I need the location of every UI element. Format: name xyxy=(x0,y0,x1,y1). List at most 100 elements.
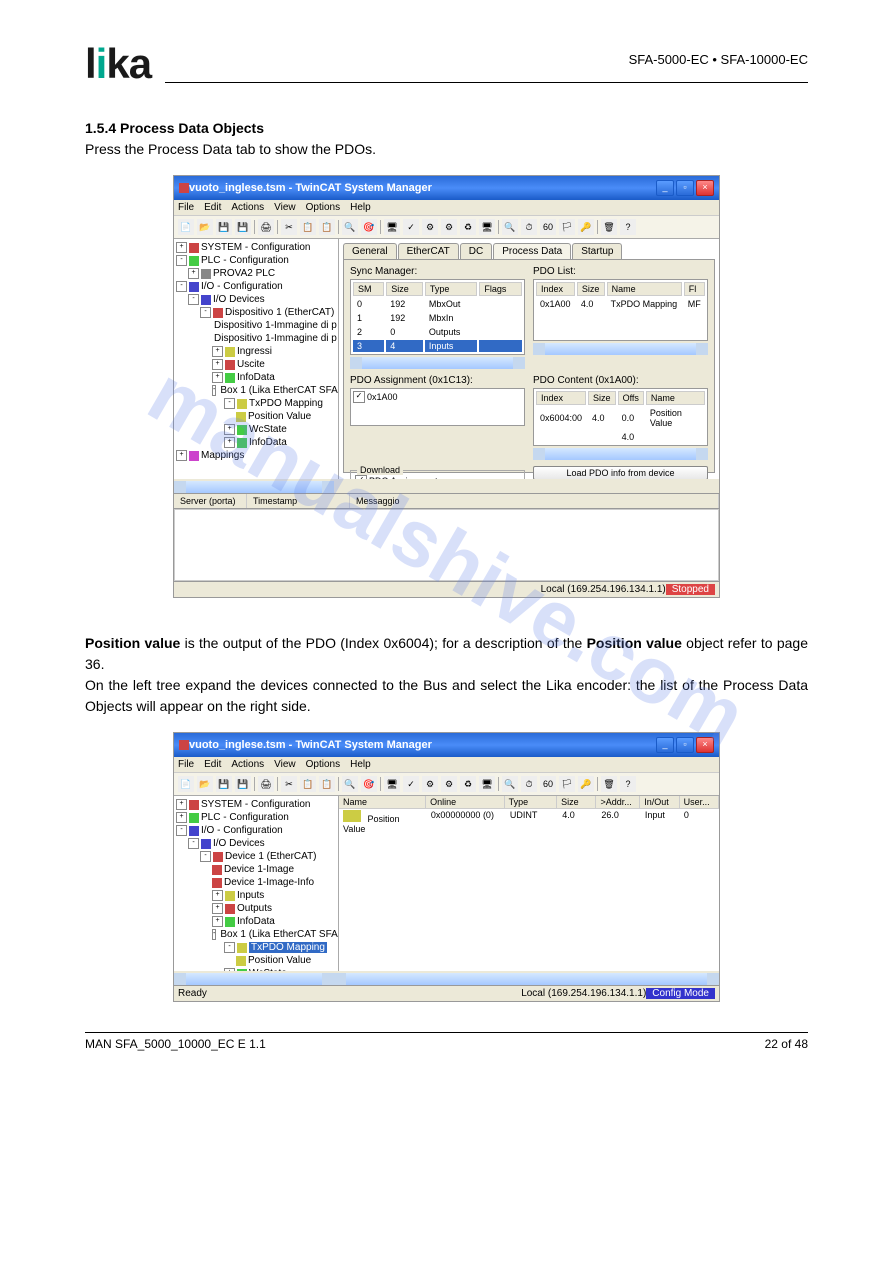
check-icon[interactable]: ✓ xyxy=(403,219,419,235)
menu-view[interactable]: View xyxy=(274,202,296,213)
pdocontent-table[interactable]: IndexSizeOffsName 0x6004:004.00.0Positio… xyxy=(533,388,708,446)
time-icon[interactable]: ⏱ xyxy=(521,219,537,235)
target-icon[interactable]: 🎯 xyxy=(361,776,377,792)
gear-icon[interactable]: ⚙ xyxy=(422,776,438,792)
paste-icon[interactable]: 📋 xyxy=(319,776,335,792)
flag-icon[interactable]: 🏳 xyxy=(559,219,575,235)
tree-hscroll[interactable] xyxy=(174,973,334,985)
col-message: Messaggio xyxy=(350,494,719,508)
menubar: File Edit Actions View Options Help xyxy=(174,757,719,773)
close-button[interactable]: × xyxy=(696,180,714,196)
hscroll[interactable] xyxy=(533,343,708,355)
x60-icon[interactable]: 60 xyxy=(540,776,556,792)
pdolist-label: PDO List: xyxy=(533,266,708,277)
list-body[interactable]: Position Value 0x00000000 (0) UDINT 4.0 … xyxy=(339,809,719,969)
title-text: vuoto_inglese.tsm - TwinCAT System Manag… xyxy=(189,182,656,194)
pdoassign-list[interactable]: ✓0x1A00 xyxy=(350,388,525,426)
key-icon[interactable]: 🔑 xyxy=(578,219,594,235)
key-icon[interactable]: 🔑 xyxy=(578,776,594,792)
search-icon[interactable]: 🔍 xyxy=(342,776,358,792)
cut-icon[interactable]: ✂ xyxy=(281,219,297,235)
header: lika SFA-5000-EC • SFA-10000-EC xyxy=(85,40,808,83)
tab-general[interactable]: General xyxy=(343,243,397,259)
search-icon[interactable]: 🔍 xyxy=(342,219,358,235)
menu-edit[interactable]: Edit xyxy=(204,759,221,770)
tree-panel[interactable]: +SYSTEM - Configuration +PLC - Configura… xyxy=(174,796,339,971)
list-header[interactable]: Name Online Type Size >Addr... In/Out Us… xyxy=(339,796,719,809)
hscroll[interactable] xyxy=(350,357,525,369)
tree-panel[interactable]: +SYSTEM - Configuration -PLC - Configura… xyxy=(174,239,339,479)
saveall-icon[interactable]: 💾 xyxy=(235,776,251,792)
titlebar: vuoto_inglese.tsm - TwinCAT System Manag… xyxy=(174,733,719,757)
new-icon[interactable]: 📄 xyxy=(178,219,194,235)
menu-actions[interactable]: Actions xyxy=(231,202,264,213)
tab-startup[interactable]: Startup xyxy=(572,243,622,259)
save-icon[interactable]: 💾 xyxy=(216,776,232,792)
help-icon[interactable]: ? xyxy=(620,776,636,792)
flag-icon[interactable]: 🏳 xyxy=(559,776,575,792)
menu-help[interactable]: Help xyxy=(350,759,371,770)
list-hscroll[interactable] xyxy=(334,973,719,985)
close-button[interactable]: × xyxy=(696,737,714,753)
print-icon[interactable]: 🖨 xyxy=(258,776,274,792)
list-row[interactable]: Position Value 0x00000000 (0) UDINT 4.0 … xyxy=(339,809,719,835)
reload-icon[interactable]: ♻ xyxy=(460,776,476,792)
maximize-button[interactable]: ▫ xyxy=(676,180,694,196)
target-icon[interactable]: 🎯 xyxy=(361,219,377,235)
cut-icon[interactable]: ✂ xyxy=(281,776,297,792)
open-icon[interactable]: 📂 xyxy=(197,776,213,792)
tab-processdata[interactable]: Process Data xyxy=(493,243,571,259)
open-icon[interactable]: 📂 xyxy=(197,219,213,235)
statusbar: Local (169.254.196.134.1.1) Stopped xyxy=(174,581,719,597)
zoom-icon[interactable]: 🔍 xyxy=(502,776,518,792)
copy-icon[interactable]: 📋 xyxy=(300,219,316,235)
menu-options[interactable]: Options xyxy=(306,202,340,213)
menu-view[interactable]: View xyxy=(274,759,296,770)
time-icon[interactable]: ⏱ xyxy=(521,776,537,792)
titlebar: vuoto_inglese.tsm - TwinCAT System Manag… xyxy=(174,176,719,200)
pdolist-table[interactable]: IndexSizeNameFl 0x1A004.0TxPDO MappingMF xyxy=(533,279,708,341)
status-ready: Ready xyxy=(178,988,207,999)
tab-ethercat[interactable]: EtherCAT xyxy=(398,243,459,259)
maximize-button[interactable]: ▫ xyxy=(676,737,694,753)
para1: 1.5.4 Process Data Objects Press the Pro… xyxy=(85,118,808,160)
menu-file[interactable]: File xyxy=(178,202,194,213)
x60-icon[interactable]: 60 xyxy=(540,219,556,235)
device-icon[interactable]: 🖥 xyxy=(384,776,400,792)
list-panel: Name Online Type Size >Addr... In/Out Us… xyxy=(339,796,719,971)
menu-file[interactable]: File xyxy=(178,759,194,770)
copy-icon[interactable]: 📋 xyxy=(300,776,316,792)
saveall-icon[interactable]: 💾 xyxy=(235,219,251,235)
gear-icon[interactable]: ⚙ xyxy=(422,219,438,235)
check-icon[interactable]: ✓ xyxy=(403,776,419,792)
load-pdo-button[interactable]: Load PDO info from device xyxy=(533,466,708,479)
menu-edit[interactable]: Edit xyxy=(204,202,221,213)
help-icon[interactable]: ? xyxy=(620,219,636,235)
minimize-button[interactable]: _ xyxy=(656,180,674,196)
tree-hscroll[interactable] xyxy=(174,481,334,493)
hscroll[interactable] xyxy=(533,448,708,460)
cb-pdoassign[interactable]: ✓PDO Assignment xyxy=(355,475,520,479)
content-panel: General EtherCAT DC Process Data Startup… xyxy=(339,239,719,479)
paste-icon[interactable]: 📋 xyxy=(319,219,335,235)
statusbar: Ready Local (169.254.196.134.1.1) Config… xyxy=(174,985,719,1001)
new-icon[interactable]: 📄 xyxy=(178,776,194,792)
menu-options[interactable]: Options xyxy=(306,759,340,770)
zoom-icon[interactable]: 🔍 xyxy=(502,219,518,235)
device-icon[interactable]: 🖥 xyxy=(384,219,400,235)
gear2-icon[interactable]: ⚙ xyxy=(441,219,457,235)
sync-table[interactable]: SMSizeTypeFlags 0192MbxOut 1192MbxIn 20O… xyxy=(350,279,525,355)
minimize-button[interactable]: _ xyxy=(656,737,674,753)
tab-dc[interactable]: DC xyxy=(460,243,492,259)
delete-icon[interactable]: 🗑 xyxy=(601,776,617,792)
monitor-icon[interactable]: 🖥 xyxy=(479,219,495,235)
app-icon xyxy=(179,183,189,193)
delete-icon[interactable]: 🗑 xyxy=(601,219,617,235)
reload-icon[interactable]: ♻ xyxy=(460,219,476,235)
menu-help[interactable]: Help xyxy=(350,202,371,213)
print-icon[interactable]: 🖨 xyxy=(258,219,274,235)
monitor-icon[interactable]: 🖥 xyxy=(479,776,495,792)
save-icon[interactable]: 💾 xyxy=(216,219,232,235)
gear2-icon[interactable]: ⚙ xyxy=(441,776,457,792)
menu-actions[interactable]: Actions xyxy=(231,759,264,770)
